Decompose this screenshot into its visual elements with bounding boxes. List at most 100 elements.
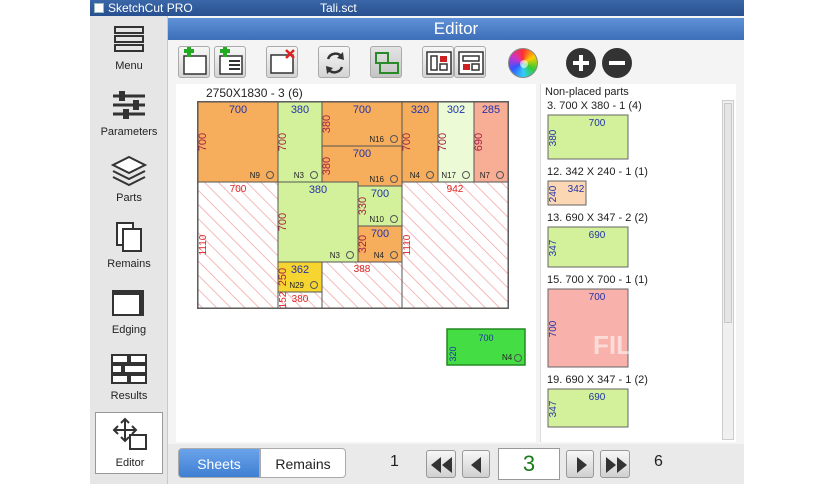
nonplaced-part[interactable]: 342 240	[547, 180, 589, 208]
add-part-icon	[183, 47, 207, 75]
menu-icon	[114, 26, 144, 52]
nonplaced-part[interactable]: 690 347	[547, 226, 631, 270]
placed-part[interactable]: 320 700 N4	[401, 101, 439, 183]
tab-sheets[interactable]: Sheets	[178, 448, 260, 478]
remain-width-label: 700	[230, 184, 247, 195]
add-part-list-button[interactable]	[214, 46, 246, 78]
remain-width-label: 388	[354, 264, 371, 275]
part-tag: N3	[330, 251, 341, 260]
sidebar-item-menu[interactable]: Menu	[90, 18, 168, 80]
chevron-right-icon	[577, 457, 587, 473]
sidebar-item-parts[interactable]: Parts	[90, 150, 168, 212]
placed-part[interactable]: 302 700 N17	[437, 101, 475, 183]
nonplaced-part[interactable]: 690 347	[547, 388, 631, 430]
sidebar-item-results[interactable]: Results	[90, 348, 168, 410]
prev-page-button[interactable]	[462, 450, 490, 478]
part-height-label: 250	[277, 268, 289, 286]
remain-height-label: 1110	[402, 234, 413, 255]
nonplaced-scrollbar[interactable]	[722, 100, 734, 440]
part-width-label: 285	[482, 104, 500, 116]
layout-vertical-icon	[426, 51, 452, 75]
remain-width-label: 380	[292, 294, 309, 305]
placed-part[interactable]: 700330N10	[357, 185, 403, 227]
last-page-button[interactable]	[600, 450, 630, 478]
nonplaced-item-label: 15. 700 X 700 - 1 (1)	[547, 274, 648, 286]
page-number-input[interactable]: 3	[498, 448, 560, 480]
part-width-label: 362	[291, 264, 309, 276]
placed-part[interactable]: 700320 N4	[357, 225, 403, 263]
scrollbar-thumb[interactable]	[724, 103, 732, 323]
part-height-label: 700	[401, 133, 413, 151]
color-wheel-button[interactable]	[508, 48, 538, 78]
nonplaced-height: 240	[548, 185, 559, 202]
sheet-canvas[interactable]: 2750X1830 - 3 (6) 700 700 N9 380 700 N3 700 380…	[176, 84, 536, 442]
zoom-in-button[interactable]	[566, 48, 596, 78]
editor-toolbar	[168, 42, 744, 82]
sidebar-label-editor: Editor	[115, 457, 145, 469]
move-tool-icon	[112, 417, 147, 450]
app-name: SketchCut PRO	[108, 1, 193, 15]
watermark-text: FILECR	[593, 330, 687, 360]
edging-icon	[112, 290, 144, 316]
remain-width-label: 942	[447, 184, 464, 195]
layout-vertical-button[interactable]	[422, 46, 454, 78]
floating-part-width: 700	[478, 333, 493, 343]
remain-rect	[401, 181, 509, 309]
placed-part[interactable]: 700 700 N9	[197, 101, 279, 183]
nonplaced-item-label: 3. 700 X 380 - 1 (4)	[547, 100, 642, 112]
nonplaced-title: Non-placed parts	[545, 86, 629, 98]
bottom-bar: Sheets Remains 1 3 6	[168, 444, 744, 484]
layout-horizontal-icon	[458, 51, 484, 75]
zoom-out-button[interactable]	[602, 48, 632, 78]
nonplaced-item-label: 19. 690 X 347 - 1 (2)	[547, 374, 648, 386]
delete-part-button[interactable]	[266, 46, 298, 78]
color-wheel-icon	[520, 60, 528, 68]
part-height-label: 700	[277, 133, 289, 151]
remain-area: 380152	[277, 291, 323, 309]
part-width-label: 380	[309, 184, 327, 196]
delete-part-icon	[270, 49, 295, 74]
placed-part[interactable]: 700 380 N16	[321, 145, 403, 187]
add-part-button[interactable]	[178, 46, 210, 78]
first-page-number: 1	[390, 453, 399, 470]
app-window: SketchCut PRO Tali.sct Menu Parameters P…	[0, 0, 836, 484]
zoom-out-icon	[609, 61, 625, 65]
placed-part[interactable]: 380 700 N3	[277, 101, 323, 183]
part-height-label: 380	[321, 157, 333, 175]
part-tag: N29	[289, 281, 304, 290]
editor-title: Editor	[168, 18, 744, 40]
placed-part[interactable]: 285 690 N7	[473, 101, 509, 183]
remain-area: 942 1110	[401, 181, 509, 309]
double-right-icon	[606, 457, 627, 473]
nonplaced-width: 342	[568, 184, 585, 195]
sidebar-item-remains[interactable]: Remains	[90, 216, 168, 278]
tab-remains[interactable]: Remains	[260, 448, 346, 478]
nonplaced-parts-panel: Non-placed parts 3. 700 X 380 - 1 (4) 700…	[540, 84, 736, 442]
part-tag: N3	[294, 171, 305, 180]
chevron-left-icon	[471, 457, 481, 473]
sidebar-item-edging[interactable]: Edging	[90, 282, 168, 344]
part-tag: N7	[480, 171, 491, 180]
floating-part[interactable]: 700 320 N4	[446, 328, 526, 368]
placed-part[interactable]: 362250 N29	[277, 261, 323, 293]
placed-part[interactable]: 380 700 N3	[277, 181, 359, 263]
part-height-label: 700	[277, 213, 289, 231]
first-page-button[interactable]	[426, 450, 456, 478]
layout-horizontal-button[interactable]	[454, 46, 486, 78]
swap-button[interactable]	[370, 46, 402, 78]
sliders-icon	[113, 91, 145, 119]
nonplaced-part[interactable]: 700 380	[547, 114, 631, 162]
part-width-label: 700	[353, 148, 371, 160]
swap-icon	[375, 52, 399, 74]
nonplaced-height: 700	[548, 320, 559, 337]
part-width-label: 700	[371, 188, 389, 200]
rotate-button[interactable]	[318, 46, 350, 78]
sidebar-item-editor[interactable]: Editor	[95, 412, 163, 474]
layers-icon	[111, 155, 147, 187]
remain-rect	[197, 181, 279, 309]
placed-part[interactable]: 700 380 N16	[321, 101, 403, 147]
next-page-button[interactable]	[566, 450, 594, 478]
sidebar-item-parameters[interactable]: Parameters	[90, 84, 168, 146]
part-height-label: 700	[437, 133, 449, 151]
part-width-label: 700	[371, 228, 389, 240]
